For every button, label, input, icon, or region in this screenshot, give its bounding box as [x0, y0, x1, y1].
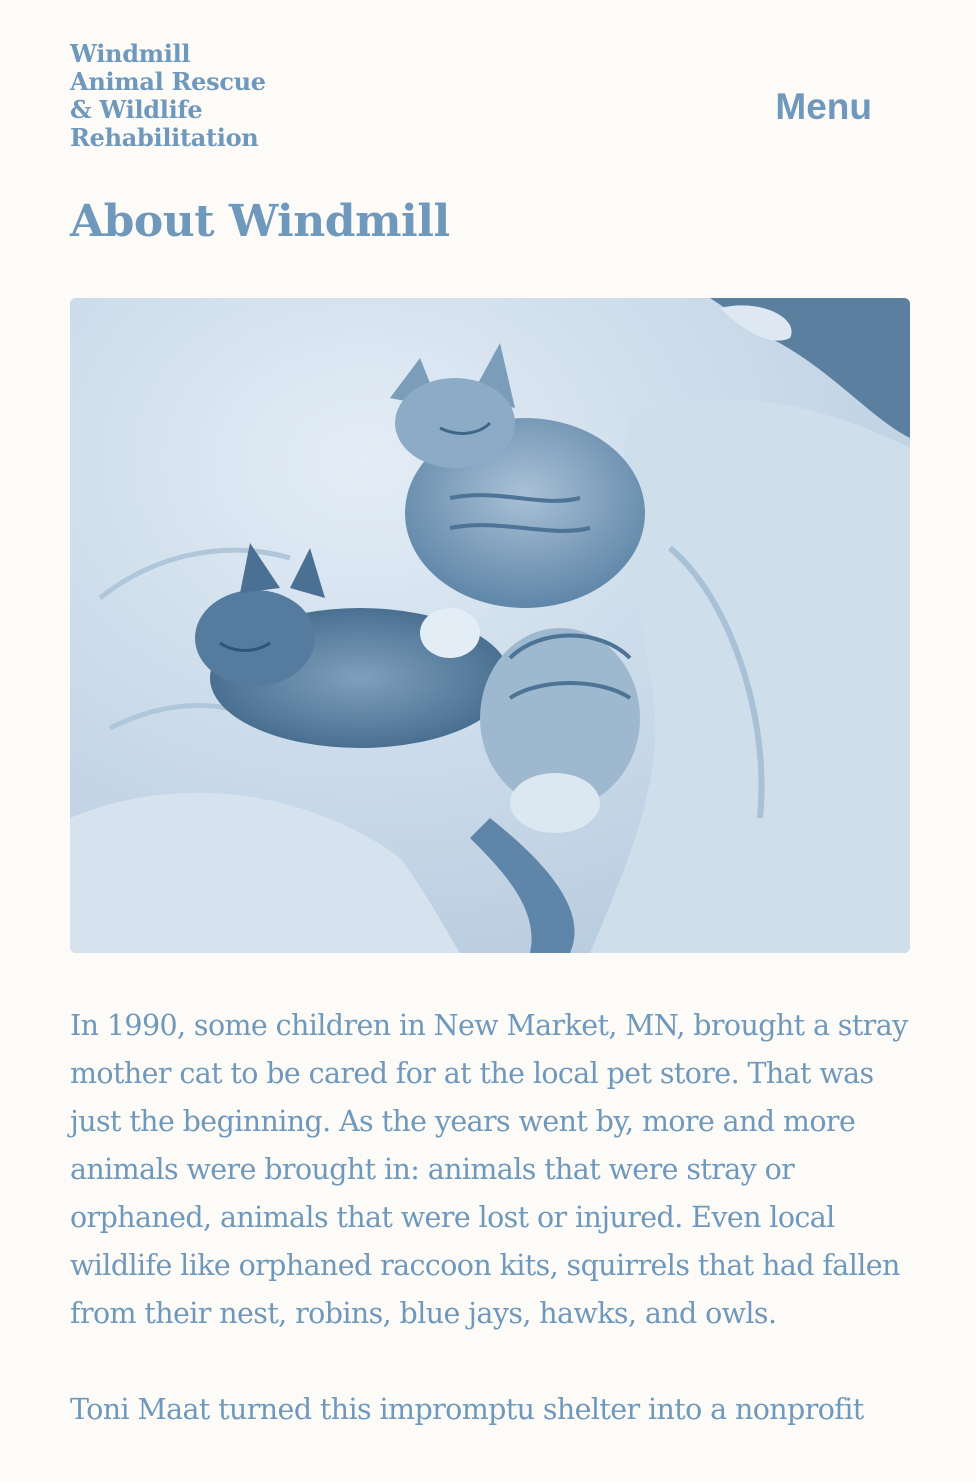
site-title-line-3: & Wildlife [70, 95, 203, 124]
page-title: About Windmill [70, 196, 450, 247]
bottom-fade [0, 1426, 976, 1448]
site-title-link[interactable]: Windmill Animal Rescue & Wildlife Rehabi… [70, 40, 330, 152]
hero-image [70, 298, 910, 953]
about-paragraph-1: In 1990, some children in New Market, MN… [70, 1009, 908, 1330]
site-title-line-1: Windmill [70, 39, 191, 68]
kittens-photo [70, 298, 910, 953]
site-title-line-4: Rehabilitation [70, 123, 259, 152]
site-title-line-2: Animal Rescue [70, 67, 266, 96]
about-content: In 1990, some children in New Market, MN… [70, 1002, 920, 1482]
menu-button[interactable]: Menu [775, 86, 872, 128]
